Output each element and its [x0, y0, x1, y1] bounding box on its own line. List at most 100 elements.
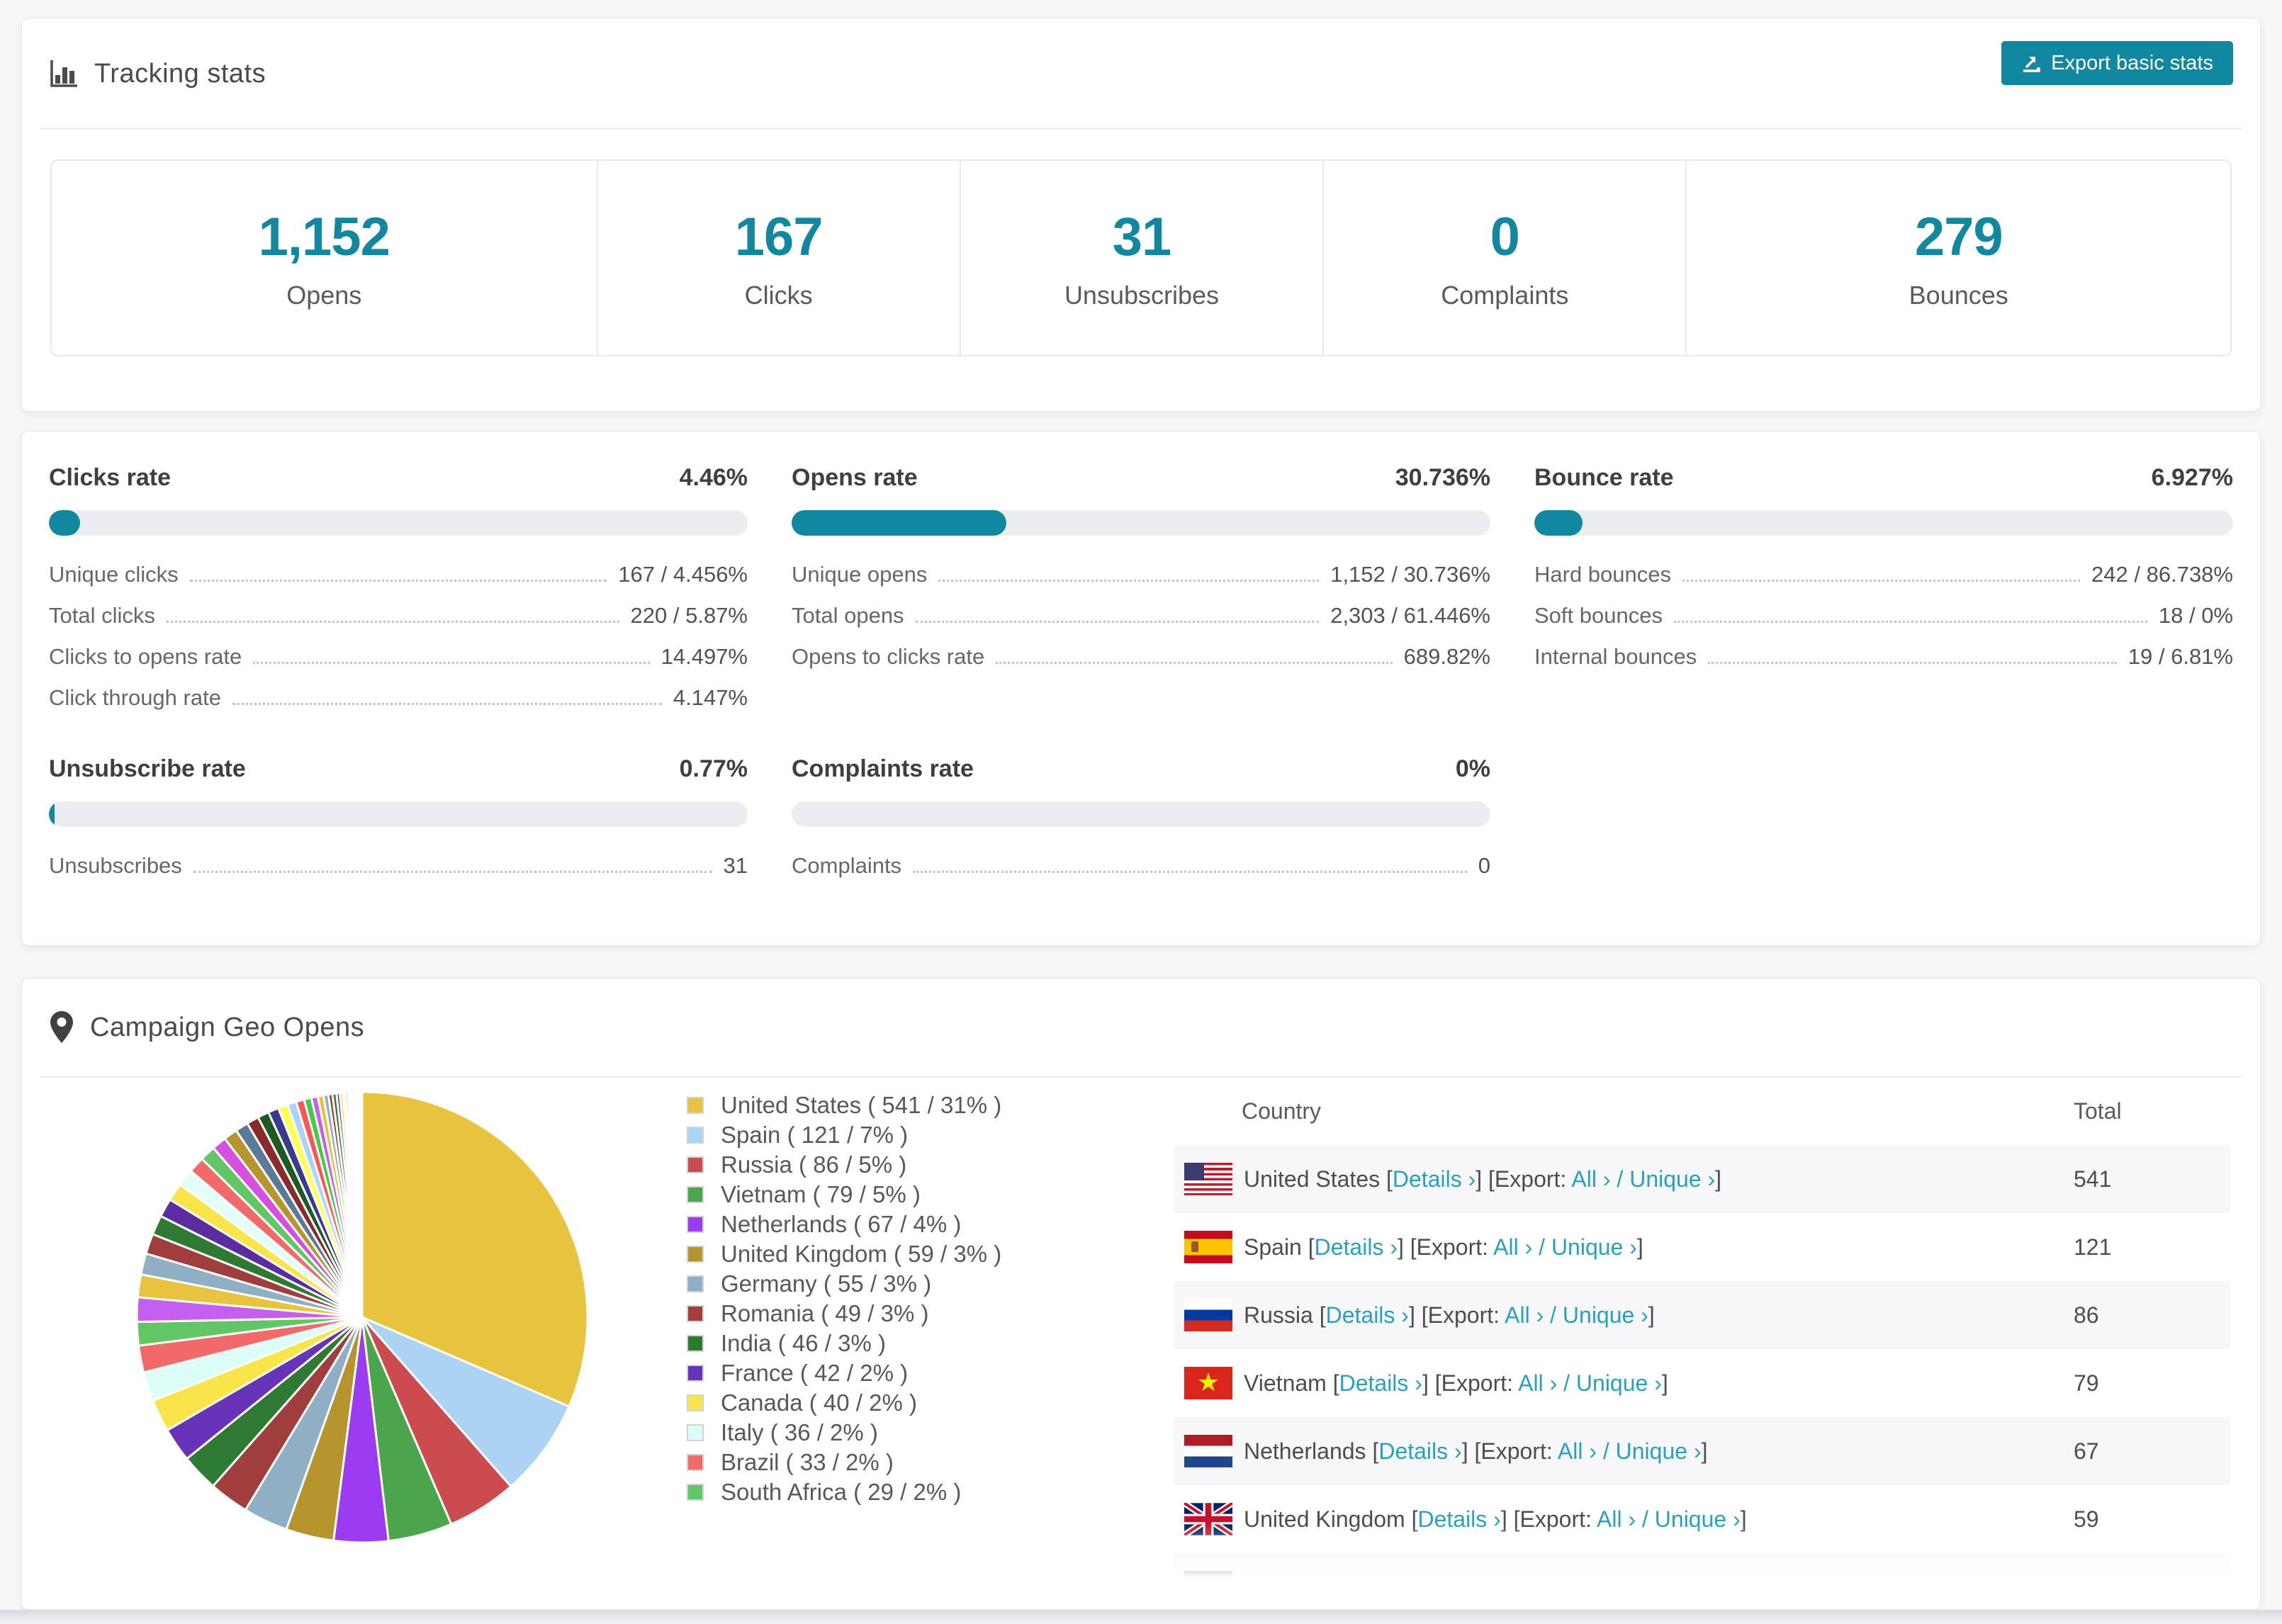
country-name: Russia [1244, 1302, 1320, 1328]
rate-block: Complaints rate 0% Complaints 0 [792, 755, 1490, 886]
rate-title: Bounce rate [1534, 464, 1674, 491]
country-cell: Spain [Details ›] [Export: All › / Uniqu… [1244, 1234, 1643, 1260]
details-link[interactable]: Details › [1378, 1438, 1461, 1464]
rate-row-value: 220 / 5.87% [630, 603, 748, 628]
legend-swatch [687, 1246, 704, 1263]
legend-item[interactable]: Brazil ( 33 / 2% ) [687, 1448, 1001, 1477]
rate-row-value: 19 / 6.81% [2128, 644, 2233, 669]
rate-title: Clicks rate [49, 464, 171, 491]
column-country: Country [1242, 1098, 1322, 1124]
export-all-link[interactable]: All › [1505, 1302, 1544, 1328]
country-name: Vietnam [1244, 1370, 1333, 1396]
legend-item[interactable]: Vietnam ( 79 / 5% ) [687, 1180, 1001, 1209]
stat-label: Complaints [1441, 280, 1569, 310]
legend-item[interactable]: United States ( 541 / 31% ) [687, 1090, 1001, 1120]
rate-block: Bounce rate 6.927% Hard bounces 242 / 86.73… [1534, 464, 2233, 718]
rate-row: Unique opens 1,152 / 30.736% [792, 554, 1490, 595]
rate-row-value: 18 / 0% [2158, 603, 2233, 628]
dotted-leader [915, 620, 1320, 623]
export-unique-link[interactable]: Unique › [1587, 1574, 1673, 1600]
rate-row: Complaints 0 [792, 845, 1490, 886]
progress-bar [1534, 510, 2233, 536]
rate-row-value: 2,303 / 61.446% [1330, 603, 1490, 628]
rate-row: Unique clicks 167 / 4.456% [49, 554, 748, 595]
progress-fill [49, 801, 55, 827]
legend-label: Canada ( 40 / 2% ) [721, 1389, 917, 1416]
country-cell: United States [Details ›] [Export: All ›… [1244, 1166, 1722, 1192]
rate-rows: Unsubscribes 31 [49, 845, 748, 886]
row-total: 79 [2074, 1370, 2099, 1396]
row-total: 59 [2074, 1506, 2099, 1532]
legend-item[interactable]: Netherlands ( 67 / 4% ) [687, 1209, 1001, 1239]
rate-block: Opens rate 30.736% Unique opens 1,152 / 30.… [792, 464, 1490, 718]
details-link[interactable]: Details › [1326, 1302, 1409, 1328]
country-name: United Kingdom [1244, 1506, 1412, 1532]
legend-label: Spain ( 121 / 7% ) [721, 1122, 909, 1148]
country-name: United States [1244, 1166, 1386, 1192]
rate-row: Clicks to opens rate 14.497% [49, 636, 748, 677]
rate-rows: Unique clicks 167 / 4.456% Total clicks 220… [49, 554, 748, 718]
legend-label: Italy ( 36 / 2% ) [721, 1419, 878, 1445]
table-row: Netherlands [Details ›] [Export: All › /… [1174, 1417, 2230, 1485]
legend-item[interactable]: Italy ( 36 / 2% ) [687, 1418, 1001, 1448]
legend-item[interactable]: Canada ( 40 / 2% ) [687, 1388, 1001, 1418]
dotted-leader [1682, 579, 2081, 582]
export-all-link[interactable]: All › [1571, 1166, 1610, 1192]
rate-row: Total clicks 220 / 5.87% [49, 595, 748, 636]
export-unique-link[interactable]: Unique › [1629, 1166, 1715, 1192]
legend-item[interactable]: Spain ( 121 / 7% ) [687, 1120, 1001, 1150]
details-link[interactable]: Details › [1315, 1234, 1398, 1260]
export-separator: / [1532, 1234, 1551, 1260]
dotted-leader [1673, 620, 2147, 623]
rate-title: Complaints rate [792, 755, 974, 782]
legend-item[interactable]: France ( 42 / 2% ) [687, 1358, 1001, 1388]
stat-value: 0 [1490, 206, 1520, 267]
export-unique-link[interactable]: Unique › [1551, 1234, 1637, 1260]
legend-label: South Africa ( 29 / 2% ) [721, 1479, 962, 1505]
details-link[interactable]: Details › [1393, 1166, 1476, 1192]
export-all-link[interactable]: All › [1529, 1574, 1568, 1600]
export-basic-stats-button[interactable]: Export basic stats [2001, 41, 2233, 85]
export-unique-link[interactable]: Unique › [1563, 1302, 1648, 1328]
export-unique-link[interactable]: Unique › [1576, 1370, 1662, 1396]
legend-swatch [687, 1127, 704, 1144]
table-row: Russia [Details ›] [Export: All › / Uniq… [1174, 1281, 2230, 1349]
legend-item[interactable]: Russia ( 86 / 5% ) [687, 1150, 1001, 1180]
export-all-link[interactable]: All › [1597, 1506, 1636, 1532]
export-unique-link[interactable]: Unique › [1655, 1506, 1741, 1532]
legend-item[interactable]: Germany ( 55 / 3% ) [687, 1269, 1001, 1299]
country-cell: Germany [Details ›] [Export: All › / Uni… [1244, 1574, 1679, 1600]
details-link[interactable]: Details › [1417, 1506, 1500, 1532]
legend-item[interactable]: Romania ( 49 / 3% ) [687, 1299, 1001, 1329]
details-link[interactable]: Details › [1349, 1574, 1432, 1600]
details-link[interactable]: Details › [1339, 1370, 1422, 1396]
export-all-link[interactable]: All › [1518, 1370, 1557, 1396]
country-cell: Vietnam [Details ›] [Export: All › / Uni… [1244, 1370, 1668, 1396]
legend-swatch [687, 1394, 704, 1411]
rate-title: Unsubscribe rate [49, 755, 246, 782]
legend-item[interactable]: India ( 46 / 3% ) [687, 1329, 1001, 1358]
flag-icon-us [1184, 1163, 1232, 1195]
legend-label: United States ( 541 / 31% ) [721, 1092, 1002, 1118]
rate-head: Clicks rate 4.46% [49, 464, 748, 492]
rate-percent: 6.927% [2151, 464, 2233, 491]
legend-swatch [687, 1424, 704, 1441]
legend-item[interactable]: United Kingdom ( 59 / 3% ) [687, 1239, 1001, 1269]
legend-swatch [687, 1156, 704, 1173]
rate-row-value: 4.147% [673, 685, 748, 710]
rate-block: Clicks rate 4.46% Unique clicks 167 / 4.456… [49, 464, 748, 718]
rate-percent: 30.736% [1395, 464, 1490, 491]
export-all-link[interactable]: All › [1493, 1234, 1532, 1260]
table-row: Vietnam [Details ›] [Export: All › / Uni… [1174, 1349, 2230, 1417]
rate-row-label: Clicks to opens rate [49, 644, 242, 669]
rate-row: Soft bounces 18 / 0% [1534, 595, 2233, 636]
export-all-link[interactable]: All › [1558, 1438, 1597, 1464]
export-unique-link[interactable]: Unique › [1616, 1438, 1702, 1464]
legend-item[interactable]: South Africa ( 29 / 2% ) [687, 1477, 1001, 1507]
flag-icon-es [1184, 1231, 1232, 1263]
dotted-leader [166, 620, 619, 623]
legend-swatch [687, 1097, 704, 1114]
rate-row-value: 1,152 / 30.736% [1330, 562, 1490, 587]
legend-label: Vietnam ( 79 / 5% ) [721, 1181, 921, 1207]
rate-row-value: 31 [723, 853, 748, 878]
